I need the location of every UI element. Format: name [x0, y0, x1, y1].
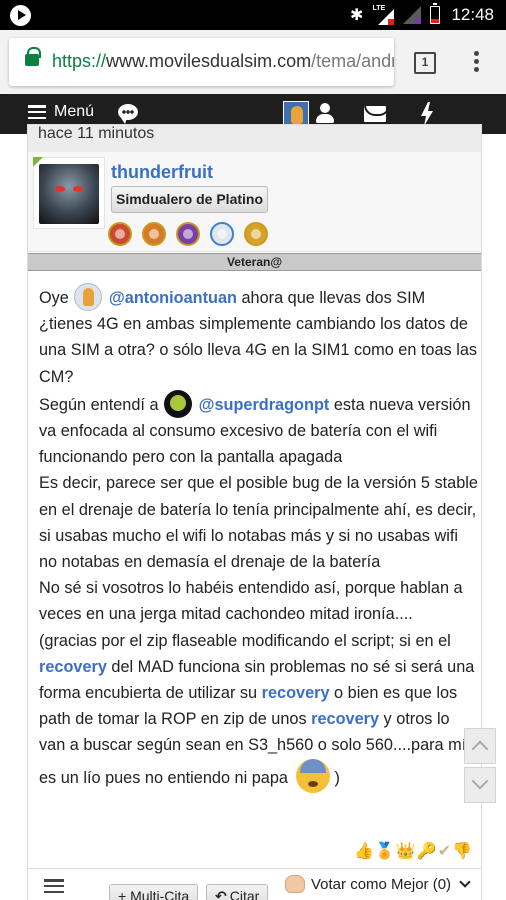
play-icon	[10, 5, 31, 26]
hamburger-icon	[28, 105, 46, 119]
post-menu-icon[interactable]	[44, 879, 64, 893]
multi-quote-button[interactable]: + Multi-Cita	[109, 884, 199, 900]
tab-switcher-button[interactable]: 1	[414, 52, 436, 74]
lte-signal-icon: LTE	[372, 5, 395, 25]
paragraph: Es decir, parece ser que el posible bug …	[39, 474, 478, 572]
user-title-strip: Veteran@	[28, 253, 481, 271]
post-footer: + Multi-Cita ↶ Citar Votar como Mejor (0)	[27, 868, 482, 900]
recovery-link[interactable]: recovery	[311, 710, 379, 728]
lock-icon	[25, 47, 41, 66]
paragraph: Oye @antonioantuan ahora que llevas dos …	[39, 283, 479, 390]
post-timestamp: hace 11 minutos	[38, 125, 155, 142]
clock: 12:48	[451, 5, 494, 24]
post-time-strip: hace 11 minutos	[28, 125, 481, 152]
battery-icon	[430, 3, 441, 24]
mention-avatar	[164, 389, 193, 418]
vote-best-button[interactable]: Votar como Mejor (0)	[285, 875, 471, 893]
overflow-menu-icon[interactable]	[474, 51, 479, 75]
paragraph: No sé si vosotros lo habéis entendido as…	[39, 579, 463, 624]
reply-arrow-icon: ↶	[215, 888, 227, 900]
quote-button[interactable]: ↶ Citar	[206, 884, 269, 900]
paragraph: (gracias por el zip flaseable modificand…	[39, 628, 479, 793]
chevron-down-icon	[459, 876, 471, 888]
recovery-link[interactable]: recovery	[262, 684, 330, 702]
mention-link[interactable]: @superdragonpt	[199, 396, 330, 414]
trophy-badge-icon[interactable]	[108, 222, 132, 246]
mail-icon[interactable]	[364, 106, 386, 122]
user-info: thunderfruit Simdualero de Platino	[28, 152, 481, 252]
recovery-link[interactable]: recovery	[39, 658, 107, 676]
rank-badge: Simdualero de Platino	[111, 186, 268, 213]
worried-emoji-icon	[296, 758, 331, 793]
signal-icon	[403, 6, 422, 24]
scroll-up-button[interactable]	[464, 728, 496, 764]
bluetooth-icon: ✱	[350, 7, 364, 24]
status-bar: ✱ LTE 12:48	[0, 0, 506, 30]
url-text[interactable]: https://www.movilesdualsim.com/tema/andr…	[52, 51, 394, 72]
trophy-badge-icon[interactable]	[142, 222, 166, 246]
user-icon[interactable]	[316, 103, 334, 125]
chevron-up-icon	[471, 740, 489, 758]
menu-label: Menú	[54, 103, 95, 120]
chat-icon[interactable]	[118, 104, 138, 124]
clap-icon	[285, 875, 305, 893]
menu-button[interactable]: Menú	[28, 103, 94, 121]
address-bar[interactable]: https://www.movilesdualsim.com/tema/andr…	[9, 38, 394, 86]
post-body: Oye @antonioantuan ahora que llevas dos …	[39, 283, 479, 793]
trophy-badge-icon[interactable]	[244, 222, 268, 246]
chevron-down-icon	[471, 772, 489, 790]
bolt-icon[interactable]	[421, 102, 433, 126]
avatar[interactable]	[33, 157, 105, 229]
mention-avatar	[74, 283, 103, 311]
forum-post: hace 11 minutos thunderfruit Simdualero …	[27, 124, 482, 900]
username[interactable]: thunderfruit	[111, 162, 213, 183]
paragraph: Según entendí a @superdragonpt esta nuev…	[39, 389, 479, 471]
trophy-badges	[108, 222, 268, 246]
mention-link[interactable]: @antonioantuan	[109, 289, 237, 307]
avatar-image	[39, 164, 99, 224]
reaction-icons[interactable]: 👍🏅👑🔑✔👎	[354, 841, 473, 861]
browser-toolbar: https://www.movilesdualsim.com/tema/andr…	[0, 30, 506, 94]
scroll-down-button[interactable]	[464, 767, 496, 803]
trophy-badge-icon[interactable]	[210, 222, 234, 246]
trophy-badge-icon[interactable]	[176, 222, 200, 246]
